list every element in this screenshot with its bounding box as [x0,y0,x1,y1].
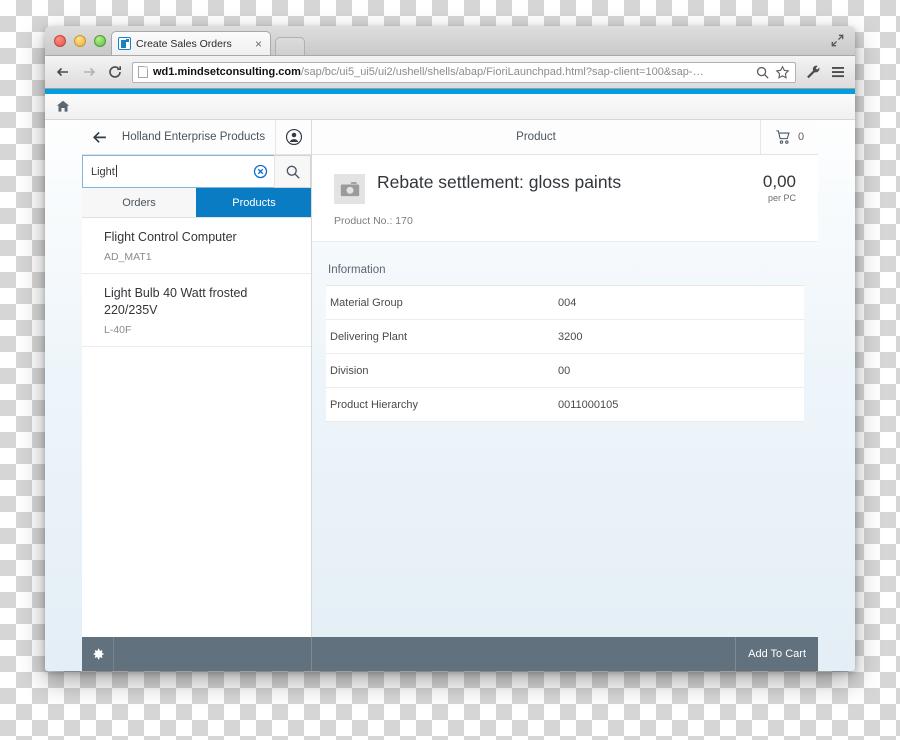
close-icon[interactable]: × [253,38,264,50]
product-price-box: 0,00 per PC [763,171,796,203]
browser-tabstrip: Create Sales Orders × [45,26,855,56]
footer-detail-area: Add To Cart [312,637,818,671]
table-row: Division 00 [326,354,804,388]
search-button[interactable] [274,155,311,188]
master-segmented-tabs: Orders Products [82,188,311,218]
clear-circle-icon[interactable] [253,164,268,179]
minimize-window-button[interactable] [74,35,86,47]
product-hero-top: Rebate settlement: gloss paints 0,00 per… [334,171,796,204]
address-bar[interactable]: wd1.mindsetconsulting.com/sap/bc/ui5_ui5… [132,61,796,83]
fiori-shellbar [45,94,855,120]
add-to-cart-button[interactable]: Add To Cart [735,637,818,671]
list-item-name: Light Bulb 40 Watt frosted 220/235V [104,285,248,317]
gear-icon [91,647,105,661]
page-title: Product [516,131,556,143]
list-item-name: Flight Control Computer [104,230,237,244]
cart-count: 0 [797,131,805,143]
sap-fiori-favicon [118,37,131,50]
app-footer-bar: Add To Cart [82,637,818,671]
master-panel: Holland Enterprise Products Light Orders… [82,120,312,637]
table-cell-label: Product Hierarchy [330,398,419,411]
table-row: Product Hierarchy 0011000105 [326,388,804,422]
url-host: wd1.mindsetconsulting.com [153,66,301,78]
master-title: Holland Enterprise Products [121,131,266,143]
table-cell-label: Delivering Plant [330,330,408,343]
product-list: Flight Control Computer AD_MAT1 Light Bu… [82,218,311,637]
product-hero: Rebate settlement: gloss paints 0,00 per… [312,155,818,242]
table-row: Delivering Plant 3200 [326,320,804,354]
tab-orders[interactable]: Orders [82,188,196,217]
information-heading: Information [328,264,386,276]
expand-icon[interactable] [830,33,845,48]
user-avatar-icon[interactable] [275,120,311,154]
reload-icon[interactable] [106,64,123,81]
list-item[interactable]: Light Bulb 40 Watt frosted 220/235V L-40… [82,274,311,347]
home-icon[interactable] [55,99,71,114]
url-path: /sap/bc/ui5_ui5/ui2/ushell/shells/abap/F… [300,66,704,78]
maximize-window-button[interactable] [94,35,106,47]
search-text: Light [91,166,115,178]
table-cell-label: Division [330,364,369,377]
split-app-columns: Holland Enterprise Products Light Orders… [45,120,855,637]
detail-header: Product 0 [312,120,818,155]
back-arrow-icon[interactable] [82,120,116,154]
cart-button[interactable]: 0 [760,120,818,154]
text-caret [115,165,117,177]
table-cell-value: 0011000105 [558,398,619,411]
table-cell-label: Material Group [330,296,403,309]
window-traffic-lights [54,35,106,47]
page-viewport: Holland Enterprise Products Light Orders… [45,89,855,671]
table-row: Material Group 004 [326,286,804,320]
tab-products[interactable]: Products [196,188,311,217]
browser-toolbar: wd1.mindsetconsulting.com/sap/bc/ui5_ui5… [45,56,855,89]
page-document-icon [138,66,148,78]
product-name: Rebate settlement: gloss paints [377,172,622,192]
menu-icon[interactable] [830,64,846,80]
list-item-code: L-40F [104,323,132,336]
url-text: wd1.mindsetconsulting.com/sap/bc/ui5_ui5… [153,66,750,78]
star-icon[interactable] [775,64,790,80]
product-price: 0,00 [762,172,796,191]
forward-arrow-icon[interactable] [80,64,97,81]
table-cell-value: 004 [558,296,577,309]
information-block: Information Material Group 004 Deliverin… [312,242,818,422]
search-icon[interactable] [755,65,770,80]
master-search-row: Light [82,155,311,188]
tab-title: Create Sales Orders [136,37,232,50]
table-cell-value: 3200 [558,330,583,343]
product-price-unit: per PC [767,193,796,203]
list-item-code: AD_MAT1 [104,250,152,263]
information-table: Material Group 004 Delivering Plant 3200… [326,285,804,422]
wrench-icon[interactable] [805,64,821,80]
new-tab-button[interactable] [275,37,305,55]
search-input[interactable]: Light [82,155,274,188]
detail-panel: Product 0 Rebate settlement: gloss paint… [312,120,818,637]
search-input-value: Light [91,165,249,178]
browser-window: Create Sales Orders × wd1.mindsetconsult… [45,26,855,671]
table-cell-value: 00 [558,364,571,377]
settings-button[interactable] [82,637,114,671]
browser-tab-create-sales-orders[interactable]: Create Sales Orders × [111,31,271,55]
list-item[interactable]: Flight Control Computer AD_MAT1 [82,218,311,274]
back-arrow-icon[interactable] [54,64,71,81]
close-window-button[interactable] [54,35,66,47]
camera-placeholder-icon [334,174,365,204]
detail-content: Rebate settlement: gloss paints 0,00 per… [312,155,818,637]
product-number: Product No.: 170 [334,215,413,227]
master-header: Holland Enterprise Products [82,120,311,155]
fiori-app-body: Holland Enterprise Products Light Orders… [45,120,855,671]
footer-master-spacer [114,637,312,671]
